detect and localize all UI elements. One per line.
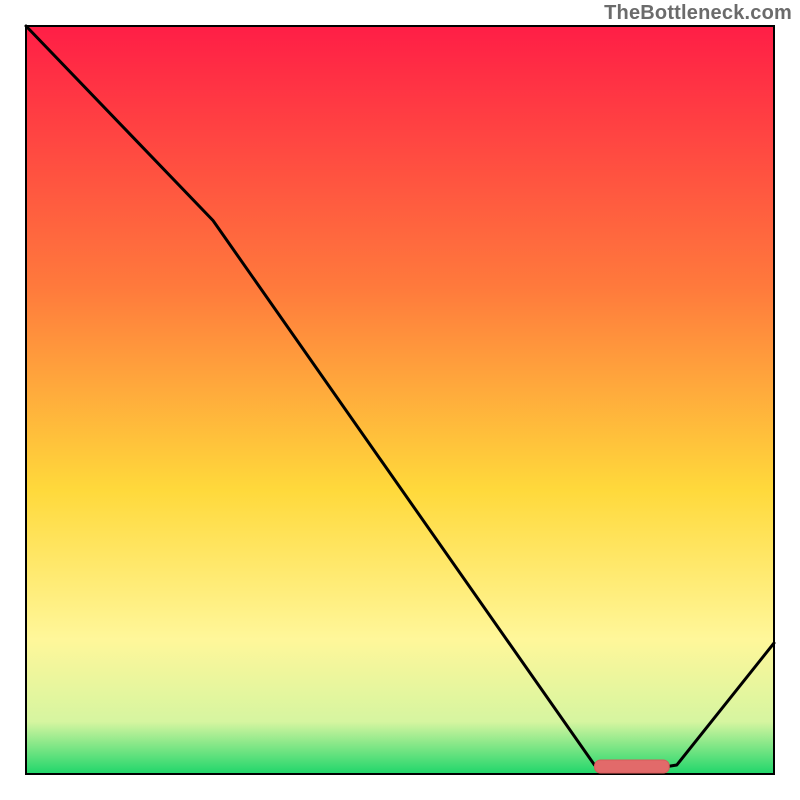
- optimum-marker: [594, 760, 669, 773]
- watermark-text: TheBottleneck.com: [604, 2, 792, 25]
- chart-canvas: [0, 0, 800, 800]
- plot-background: [26, 26, 774, 774]
- bottleneck-chart: TheBottleneck.com: [0, 0, 800, 800]
